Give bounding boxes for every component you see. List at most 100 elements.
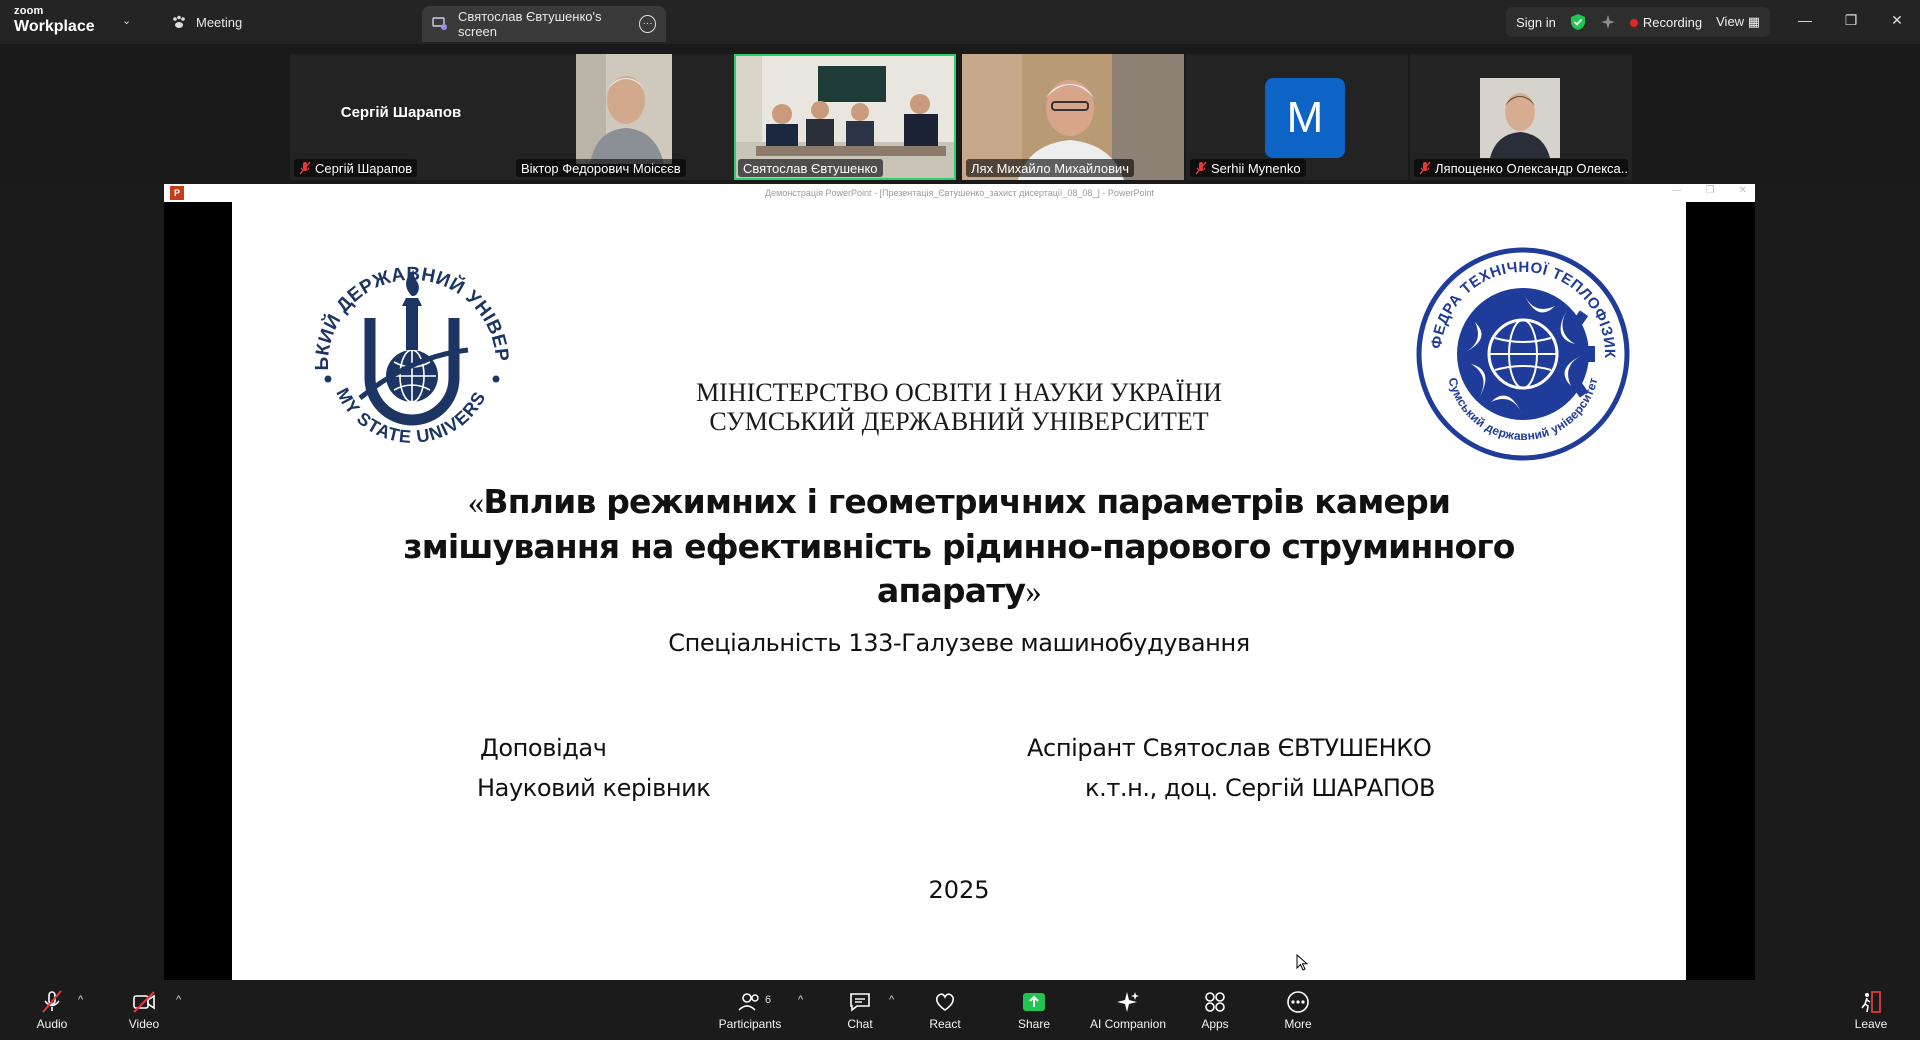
mic-muted-icon [1195,161,1207,175]
ai-companion-label: AI Companion [1089,1017,1167,1031]
quote-open: « [467,485,484,521]
apps-label: Apps [1201,1017,1229,1031]
video-label: Video [128,1017,160,1031]
chevron-down-icon[interactable]: ⌄ [122,14,131,27]
specialty: Спеціальність 133-Галузеве машинобудуван… [668,629,1250,657]
leave-icon [1861,991,1881,1013]
sign-in-button[interactable]: Sign in [1516,15,1556,30]
zoom-app: zoom Workplace ⌄ Meeting Святослав Євтуш… [0,0,1920,1040]
tab-shared-screen[interactable]: Святослав Євтушенко's screen ··· [422,6,666,42]
zoom-workplace-logo[interactable]: zoom Workplace [14,6,95,35]
ai-sparkle-icon[interactable] [1600,14,1616,30]
participant-tile[interactable]: Ляпощенко Олександр Олекса... [1410,54,1632,180]
participant-name: Сергій Шарапов [315,160,413,176]
participant-name: Святослав Євтушенко [743,160,878,176]
slide-title: «Вплив режимних і геометричних параметрі… [402,480,1516,614]
participant-name: Віктор Федорович Моісєєв [521,160,681,176]
powerpoint-icon: P [170,186,184,200]
recording-label: Recording [1642,14,1703,30]
calendar-grid-icon: ▦ [1747,14,1760,29]
restore-icon: ❐ [1705,185,1715,196]
leave-label: Leave [1854,1017,1888,1031]
view-label: View [1716,14,1745,29]
advisor-role: Науковий керівник [477,774,711,802]
slide: СУМСЬКИЙ ДЕРЖАВНИЙ УНІВЕРСИТЕТ SUMY STAT… [232,202,1686,980]
window-controls: — ❐ ✕ [1782,0,1920,40]
video-options-caret-icon[interactable]: ^ [176,994,181,1006]
participant-tile[interactable]: M Serhii Mynenko [1186,54,1408,180]
video-off-icon [133,991,155,1013]
participants-label: Participants [718,1017,782,1031]
participant-name-tag: Serhii Mynenko [1190,159,1306,177]
participant-name-tag: Святослав Євтушенко [738,159,883,177]
recording-indicator[interactable]: Recording [1629,14,1703,30]
more-icon [1287,991,1309,1013]
participant-tile[interactable]: Віктор Федорович Моісєєв [512,54,734,180]
participant-big-name: Сергій Шарапов [340,104,462,121]
participants-options-caret-icon[interactable]: ^ [798,994,803,1006]
share-screen-icon [1023,993,1045,1011]
powerpoint-window-title: Демонстрація PowerPoint - [Презентація_Є… [765,188,1154,198]
mic-muted-icon [299,161,311,175]
participant-name: Лях Михайло Михайлович [971,160,1130,176]
shield-check-icon[interactable] [1570,13,1586,31]
participant-name-tag: Віктор Федорович Моісєєв [516,159,686,177]
audio-label: Audio [36,1017,68,1031]
leave-button[interactable]: Leave [1826,990,1916,1038]
ministry-line-2: СУМСЬКИЙ ДЕРЖАВНИЙ УНІВЕРСИТЕТ [709,407,1209,436]
advisor-name: к.т.н., доц. Сергій ШАРАПОВ [1085,774,1436,802]
title-bar: zoom Workplace ⌄ Meeting Святослав Євтуш… [0,0,1920,44]
participants-count: 6 [765,994,772,1006]
ai-sparkle-icon [1117,992,1139,1012]
apps-icon [1205,992,1225,1012]
tab-meeting-label: Meeting [196,14,243,30]
ai-companion-button[interactable]: AI Companion [1083,990,1173,1038]
participant-photo [1480,78,1560,158]
powerpoint-window-controls: — ❐ ✕ [1672,185,1747,196]
share-button[interactable]: Share [989,990,1079,1038]
chat-label: Chat [847,1017,873,1031]
view-button[interactable]: View ▦ [1716,14,1760,30]
participant-name-tag: Ляпощенко Олександр Олекса... [1414,159,1628,177]
participants-icon [738,993,759,1011]
participants-strip: Сергій Шарапов Сергій Шарапов Віктор Фед… [0,44,1920,184]
participant-video [576,54,672,164]
chat-icon [850,993,870,1012]
tab-meeting[interactable]: Meeting [160,6,252,38]
brand-workplace: Workplace [14,18,95,35]
participant-tile-active-speaker[interactable]: Святослав Євтушенко [734,54,956,180]
restore-icon[interactable]: ❐ [1828,0,1874,40]
mic-muted-icon [42,990,62,1013]
apps-button[interactable]: Apps [1170,990,1260,1038]
participant-tile[interactable]: Лях Михайло Михайлович [962,54,1184,180]
more-button[interactable]: More [1253,990,1343,1038]
audio-options-caret-icon[interactable]: ^ [78,994,83,1006]
close-icon[interactable]: ✕ [1874,0,1920,40]
chat-options-caret-icon[interactable]: ^ [889,994,894,1006]
participant-name: Ляпощенко Олександр Олекса... [1435,160,1628,176]
participant-name-tag: Сергій Шарапов [294,159,418,177]
slide-year: 2025 [928,876,990,904]
heart-icon [935,993,955,1011]
more-label: More [1284,1017,1312,1031]
react-button[interactable]: React [900,990,990,1038]
participant-name-tag: Лях Михайло Михайлович [966,159,1135,177]
speaker-role: Доповідач [480,734,607,762]
speaker-name: Аспірант Святослав ЄВТУШЕНКО [1027,734,1432,762]
mouse-cursor-icon [1296,954,1308,971]
audio-button[interactable]: Audio [7,990,97,1038]
participant-tile[interactable]: Сергій Шарапов Сергій Шарапов [290,54,512,180]
screen-share-icon [432,16,450,32]
brand-zoom: zoom [14,5,44,17]
ministry-line-1: МІНІСТЕРСТВО ОСВІТИ І НАУКИ УКРАЇНИ [696,378,1222,407]
participants-button[interactable]: Participants [705,990,795,1038]
slide-title-text: Вплив режимних і геометричних параметрів… [403,482,1515,610]
more-options-icon[interactable]: ··· [639,15,656,33]
avatar: M [1265,78,1345,158]
minimize-icon[interactable]: — [1782,0,1828,40]
tab-screen-label: Святослав Євтушенко's screen [458,9,602,39]
meeting-toolbar: Audio ^ Video ^ Participants 6 ^ Chat ^ … [0,980,1920,1040]
quote-close: » [1025,574,1041,610]
react-label: React [929,1017,961,1031]
minimize-icon: — [1671,185,1682,196]
